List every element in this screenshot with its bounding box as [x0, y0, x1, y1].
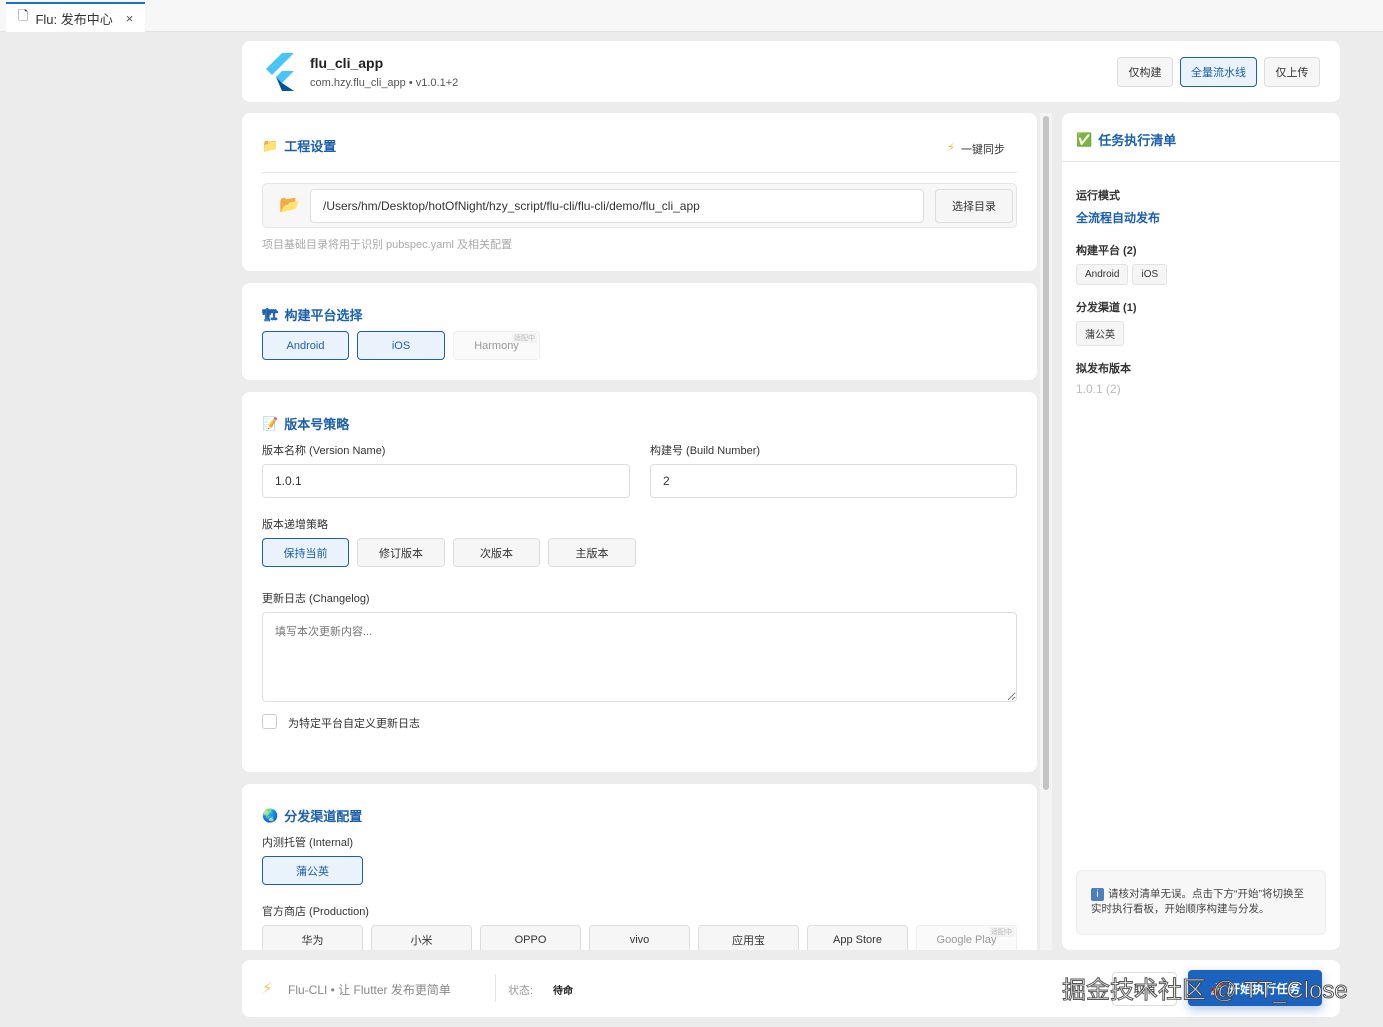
version-value: 1.0.1 (2): [1076, 382, 1121, 396]
project-settings-panel: 📁 工程设置 ⚡ 一键同步 📂 /Users/hm/Desktop/hotOfNig…: [242, 113, 1037, 271]
strategy-patch[interactable]: 修订版本: [357, 538, 445, 567]
platform-chip: Android: [1076, 264, 1129, 285]
channel-chip: 蒲公英: [1076, 321, 1124, 346]
project-hint: 项目基础目录将用于识别 pubspec.yaml 及相关配置: [262, 239, 512, 251]
check-icon: ✅: [1076, 131, 1093, 147]
tab-flu-release[interactable]: 🗋 Flu: 发布中心 ×: [6, 2, 145, 32]
globe-icon: 🌏: [262, 807, 279, 823]
project-path-input[interactable]: /Users/hm/Desktop/hotOfNight/hzy_script/…: [310, 189, 924, 223]
choose-directory-button[interactable]: 选择目录: [935, 189, 1013, 223]
flutter-logo-icon: [266, 53, 294, 91]
platform-android[interactable]: Android: [262, 331, 349, 360]
section-title: 分发渠道配置: [284, 809, 363, 824]
lightning-icon: ⚡: [262, 980, 273, 997]
platform-ios[interactable]: iOS: [357, 331, 445, 360]
section-title: 任务执行清单: [1098, 133, 1177, 148]
version-label: 拟发布版本: [1076, 363, 1131, 375]
upload-only-button[interactable]: 仅上传: [1264, 57, 1320, 87]
channel-huawei[interactable]: 华为: [262, 925, 363, 950]
divider: [495, 974, 496, 1002]
mode-value: 全流程自动发布: [1076, 211, 1161, 225]
app-header: flu_cli_app com.hzy.flu_cli_app • v1.0.1…: [242, 41, 1340, 102]
full-pipeline-button[interactable]: 全量流水线: [1180, 57, 1257, 87]
path-row: 📂 /Users/hm/Desktop/hotOfNight/hzy_scrip…: [262, 183, 1017, 228]
section-title: 工程设置: [284, 139, 337, 154]
build-number-label: 构建号 (Build Number): [650, 445, 761, 457]
custom-changelog-checkbox[interactable]: [262, 714, 277, 729]
strategy-major[interactable]: 主版本: [548, 538, 636, 567]
file-icon: 🗋: [18, 8, 29, 23]
close-icon[interactable]: ×: [126, 11, 134, 26]
custom-changelog-label: 为特定平台自定义更新日志: [288, 718, 420, 730]
divider: [262, 172, 1017, 173]
tab-bar: [0, 0, 1383, 32]
folder-icon: 📁: [262, 137, 279, 153]
section-title: 构建平台选择: [284, 308, 363, 323]
channels-label: 分发渠道 (1): [1076, 302, 1137, 314]
adapting-badge: 适配中: [989, 927, 1014, 937]
channel-xiaomi[interactable]: 小米: [371, 925, 472, 950]
tab-title: Flu: 发布中心: [35, 11, 113, 27]
channels-panel: 🌏 分发渠道配置 内测托管 (Internal) 蒲公英 官方商店 (Produc…: [242, 784, 1037, 950]
production-label: 官方商店 (Production): [262, 906, 369, 918]
notice-text: 请核对清单无误。点击下方“开始”将切换至实时执行看板，开始顺序构建与分发。: [1091, 888, 1304, 915]
channel-yingyongbao[interactable]: 应用宝: [698, 925, 799, 950]
folder-open-icon: 📂: [279, 195, 301, 214]
version-name-label: 版本名称 (Version Name): [262, 445, 386, 457]
sync-button[interactable]: ⚡ 一键同步: [947, 141, 1005, 157]
strategy-label: 版本递增策略: [262, 519, 328, 531]
changelog-textarea[interactable]: [262, 612, 1017, 702]
channel-label: Google Play: [936, 934, 997, 946]
memo-icon: 📝: [262, 415, 279, 431]
adapting-badge: 适配中: [512, 333, 537, 343]
mode-label: 运行模式: [1076, 190, 1120, 202]
version-panel: 📝 版本号策略 版本名称 (Version Name) 1.0.1 构建号 (Bu…: [242, 392, 1037, 772]
internal-label: 内测托管 (Internal): [262, 837, 354, 849]
channel-oppo[interactable]: OPPO: [480, 925, 581, 950]
strategy-minor[interactable]: 次版本: [453, 538, 540, 567]
checklist-panel: ✅ 任务执行清单 运行模式 全流程自动发布 构建平台 (2) Android iOS…: [1062, 113, 1340, 950]
channel-google-play[interactable]: Google Play 适配中: [916, 925, 1017, 950]
section-title: 版本号策略: [284, 417, 350, 432]
sync-label: 一键同步: [961, 144, 1005, 156]
changelog-label: 更新日志 (Changelog): [262, 593, 370, 605]
status-label: 状态:: [508, 985, 534, 997]
app-name: flu_cli_app: [310, 55, 384, 71]
footer-brand: Flu-CLI • 让 Flutter 发布更简单: [288, 983, 451, 997]
info-icon: i: [1091, 888, 1104, 901]
notice-box: i 请核对清单无误。点击下方“开始”将切换至实时执行看板，开始顺序构建与分发。: [1076, 870, 1326, 935]
platform-chip: iOS: [1132, 264, 1168, 285]
platform-panel: 🏗 构建平台选择 Android iOS Harmony 适配中: [242, 283, 1037, 380]
scrollbar[interactable]: [1040, 113, 1052, 950]
channel-vivo[interactable]: vivo: [589, 925, 690, 950]
build-only-button[interactable]: 仅构建: [1117, 57, 1173, 87]
strategy-keep[interactable]: 保持当前: [262, 538, 349, 567]
watermark: 掘金技术社区 @ TT_Close: [1062, 977, 1349, 1005]
lightning-icon: ⚡: [947, 142, 955, 154]
platform-harmony[interactable]: Harmony 适配中: [453, 331, 540, 360]
channel-pgyer[interactable]: 蒲公英: [262, 856, 363, 885]
scrollbar-thumb[interactable]: [1043, 116, 1049, 790]
divider: [1062, 161, 1340, 162]
channel-app-store[interactable]: App Store: [807, 925, 908, 950]
build-number-input[interactable]: 2: [650, 464, 1017, 498]
version-name-input[interactable]: 1.0.1: [262, 464, 630, 498]
status-value: 待命: [553, 986, 573, 997]
platforms-label: 构建平台 (2): [1076, 245, 1137, 257]
crane-icon: 🏗: [262, 306, 279, 322]
app-meta: com.hzy.flu_cli_app • v1.0.1+2: [310, 77, 459, 89]
